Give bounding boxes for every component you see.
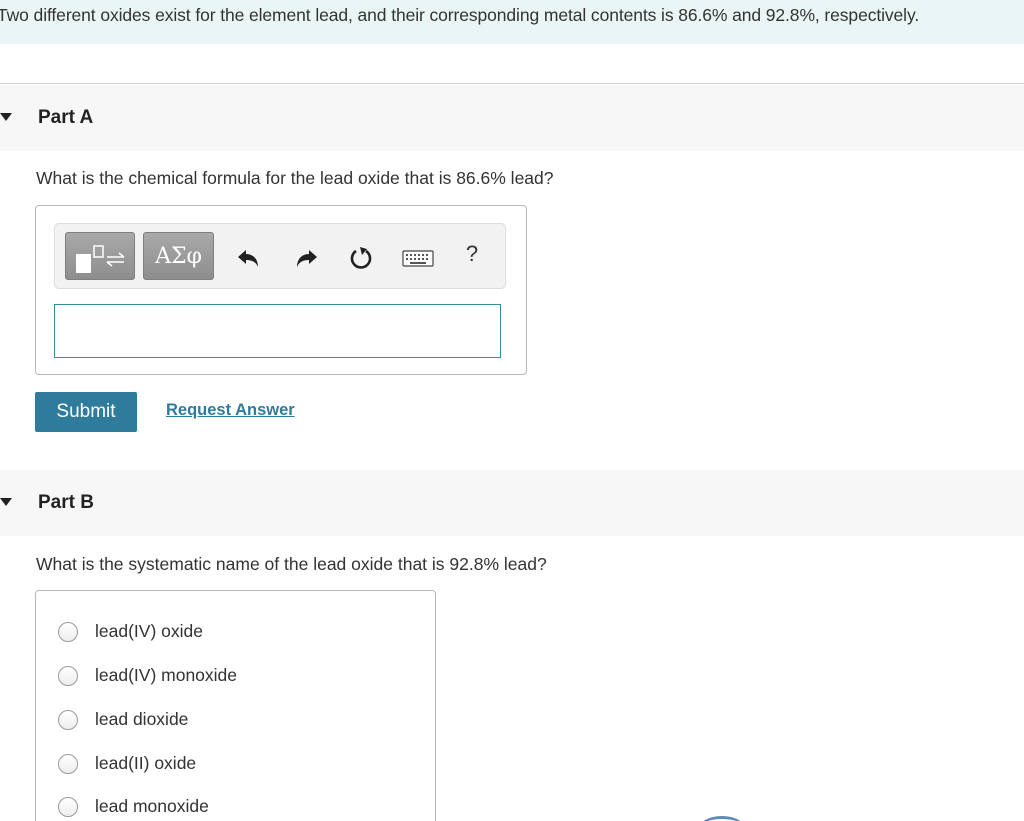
part-b-header[interactable]: Part B xyxy=(0,470,1024,536)
radio-button[interactable] xyxy=(58,622,78,642)
intro-text: Two different oxides exist for the eleme… xyxy=(0,5,920,25)
radio-button[interactable] xyxy=(58,797,78,817)
undo-button[interactable] xyxy=(235,244,263,272)
math-toolbar: ΑΣφ ? xyxy=(54,223,506,289)
reset-button[interactable] xyxy=(347,244,375,272)
page: Two different oxides exist for the eleme… xyxy=(0,0,1024,821)
option-lead-ii-oxide[interactable]: lead(II) oxide xyxy=(58,752,418,778)
part-a-question: What is the chemical formula for the lea… xyxy=(36,168,554,188)
request-answer-link[interactable]: Request Answer xyxy=(166,401,295,420)
floating-widget-edge[interactable] xyxy=(700,816,744,821)
collapse-caret-icon[interactable] xyxy=(0,113,12,121)
intro-banner: Two different oxides exist for the eleme… xyxy=(0,0,1024,44)
option-lead-iv-monoxide[interactable]: lead(IV) monoxide xyxy=(58,664,418,690)
option-label: lead(IV) monoxide xyxy=(95,665,238,685)
divider xyxy=(0,83,1024,84)
reset-icon xyxy=(350,247,372,269)
option-lead-monoxide[interactable]: lead monoxide xyxy=(58,795,418,821)
option-label: lead(IV) oxide xyxy=(95,621,203,641)
part-a-title: Part A xyxy=(38,107,94,128)
part-a-header[interactable]: Part A xyxy=(0,85,1024,151)
part-b-title: Part B xyxy=(38,492,94,513)
help-button[interactable]: ? xyxy=(460,241,484,269)
options-box: lead(IV) oxide lead(IV) monoxide lead di… xyxy=(35,590,436,821)
redo-button[interactable] xyxy=(292,244,320,272)
option-lead-dioxide[interactable]: lead dioxide xyxy=(58,708,418,734)
option-label: lead monoxide xyxy=(95,796,209,816)
option-label: lead dioxide xyxy=(95,709,189,729)
submit-button[interactable]: Submit xyxy=(35,392,137,432)
option-label: lead(II) oxide xyxy=(95,753,197,773)
answer-box: ΑΣφ ? xyxy=(35,205,527,375)
radio-button[interactable] xyxy=(58,710,78,730)
answer-input[interactable] xyxy=(54,304,501,358)
collapse-caret-icon[interactable] xyxy=(0,498,12,506)
symbols-button[interactable]: ΑΣφ xyxy=(143,232,214,280)
undo-icon xyxy=(238,250,258,267)
part-b-question: What is the systematic name of the lead … xyxy=(36,554,547,574)
symbols-label: ΑΣφ xyxy=(155,244,202,269)
redo-icon xyxy=(297,250,317,267)
templates-icon xyxy=(76,245,125,273)
keyboard-icon xyxy=(402,250,434,267)
radio-button[interactable] xyxy=(58,754,78,774)
keyboard-button[interactable] xyxy=(402,244,434,272)
radio-button[interactable] xyxy=(58,666,78,686)
option-lead-iv-oxide[interactable]: lead(IV) oxide xyxy=(58,620,418,646)
templates-button[interactable] xyxy=(65,232,135,280)
